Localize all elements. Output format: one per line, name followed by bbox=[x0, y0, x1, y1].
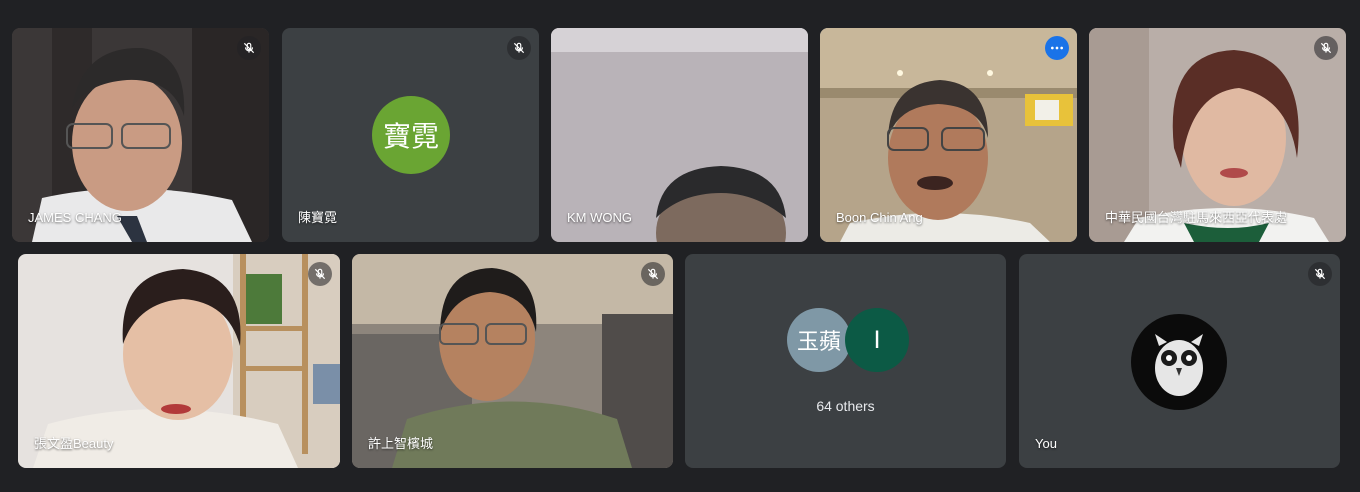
mic-off-icon bbox=[1308, 262, 1332, 286]
self-tile[interactable]: You bbox=[1019, 254, 1340, 468]
participant-tile-km-wong[interactable]: KM WONG bbox=[551, 28, 808, 242]
others-count-label: 64 others bbox=[816, 398, 875, 414]
mic-off-icon bbox=[507, 36, 531, 60]
mic-off-icon bbox=[1314, 36, 1338, 60]
others-tile[interactable]: 玉蘋 I 64 others bbox=[685, 254, 1006, 468]
participant-tile-avatar[interactable]: 寶霓 陳寶霓 bbox=[282, 28, 539, 242]
participant-tile-penang[interactable]: 許上智檳城 bbox=[352, 254, 673, 468]
participant-tile-boon-chin-ang[interactable]: Boon Chin Ang bbox=[820, 28, 1077, 242]
avatar-initials: I bbox=[873, 326, 881, 354]
avatar: 寶霓 bbox=[372, 96, 450, 174]
participant-tile-beauty[interactable]: 張文盈Beauty bbox=[18, 254, 340, 468]
mic-off-icon bbox=[641, 262, 665, 286]
participant-tile-taiwan-office[interactable]: 中華民國台灣駐馬來西亞代表處 bbox=[1089, 28, 1346, 242]
participant-name: KM WONG bbox=[567, 210, 632, 225]
participant-name: 中華民國台灣駐馬來西亞代表處 bbox=[1105, 210, 1288, 225]
more-options-icon[interactable] bbox=[1045, 36, 1069, 60]
participant-tile-james-chang[interactable]: JAMES CHANG bbox=[12, 28, 269, 242]
participant-name: 許上智檳城 bbox=[368, 436, 434, 451]
participant-name: JAMES CHANG bbox=[28, 210, 122, 225]
mic-off-icon bbox=[237, 36, 261, 60]
avatar bbox=[1131, 314, 1227, 410]
participant-name: You bbox=[1035, 436, 1057, 451]
participant-name: 張文盈Beauty bbox=[34, 436, 114, 451]
avatar: 玉蘋 bbox=[787, 308, 851, 372]
avatar-initials: 寶霓 bbox=[382, 120, 439, 153]
mic-off-icon bbox=[308, 262, 332, 286]
participant-name: Boon Chin Ang bbox=[836, 210, 923, 225]
avatar: I bbox=[845, 308, 909, 372]
avatar-initials: 玉蘋 bbox=[796, 330, 841, 355]
participant-name: 陳寶霓 bbox=[298, 210, 338, 225]
owl-icon bbox=[1155, 334, 1203, 396]
